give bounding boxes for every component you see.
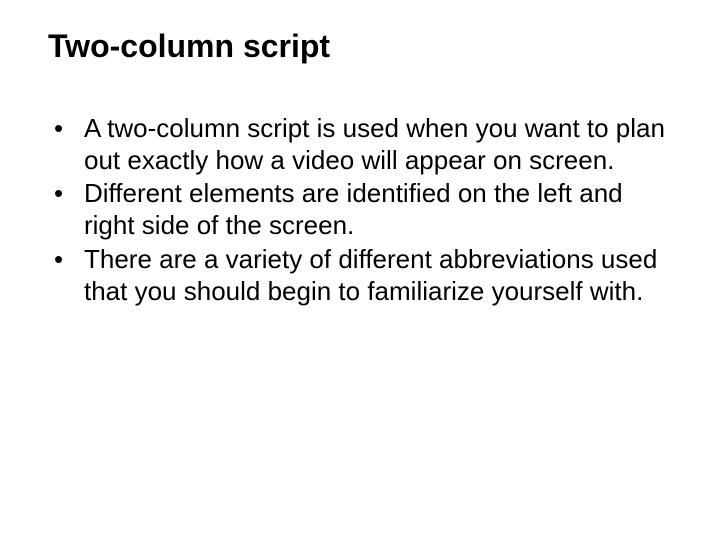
list-item: Different elements are identified on the… bbox=[48, 178, 672, 241]
list-item: There are a variety of different abbrevi… bbox=[48, 244, 672, 307]
list-item: A two-column script is used when you wan… bbox=[48, 113, 672, 176]
bullet-list: A two-column script is used when you wan… bbox=[48, 113, 672, 307]
slide: Two-column script A two-column script is… bbox=[0, 0, 720, 540]
slide-title: Two-column script bbox=[48, 28, 672, 65]
